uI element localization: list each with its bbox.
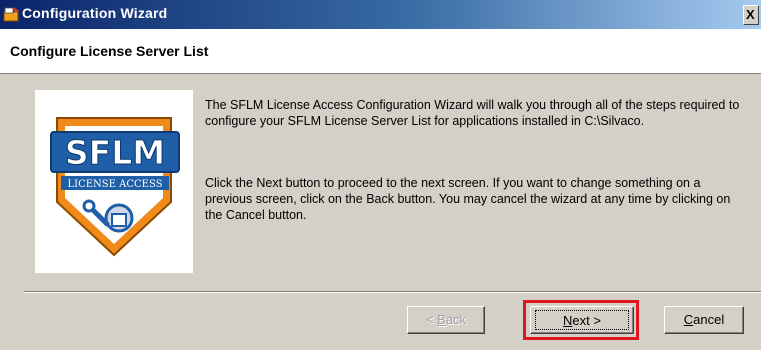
logo-subtext: LICENSE ACCESS xyxy=(68,179,163,190)
close-icon[interactable]: X xyxy=(743,5,759,25)
description-paragraph-1: The SFLM License Access Configuration Wi… xyxy=(205,98,740,128)
wizard-window: Configuration Wizard X Configure License… xyxy=(0,0,761,350)
cancel-button-mnemonic: C xyxy=(683,312,694,327)
description-paragraph-2: Click the Next button to proceed to the … xyxy=(205,176,731,222)
cancel-button-label: ancel xyxy=(693,312,725,327)
wizard-header: Configure License Server List xyxy=(0,29,761,74)
page-title: Configure License Server List xyxy=(10,43,209,59)
cancel-button[interactable]: Cancel xyxy=(664,306,744,334)
window-title: Configuration Wizard xyxy=(22,5,168,21)
sflm-license-access-logo: SFLM LICENSE ACCESS xyxy=(50,117,180,257)
back-button-prefix: < xyxy=(425,312,438,327)
back-button-mnemonic: B xyxy=(437,312,446,327)
title-bar[interactable]: Configuration Wizard X xyxy=(0,0,761,29)
back-button[interactable]: < Back xyxy=(407,306,485,334)
description: The SFLM License Access Configuration Wi… xyxy=(205,97,750,223)
separator xyxy=(24,291,761,293)
logo-panel: SFLM LICENSE ACCESS xyxy=(35,90,193,273)
next-button-highlight xyxy=(523,300,639,340)
wizard-body: SFLM LICENSE ACCESS The SFLM License Acc… xyxy=(0,74,761,294)
logo-text: SFLM xyxy=(65,133,165,172)
app-icon xyxy=(3,7,19,22)
back-button-label: ack xyxy=(445,312,467,327)
